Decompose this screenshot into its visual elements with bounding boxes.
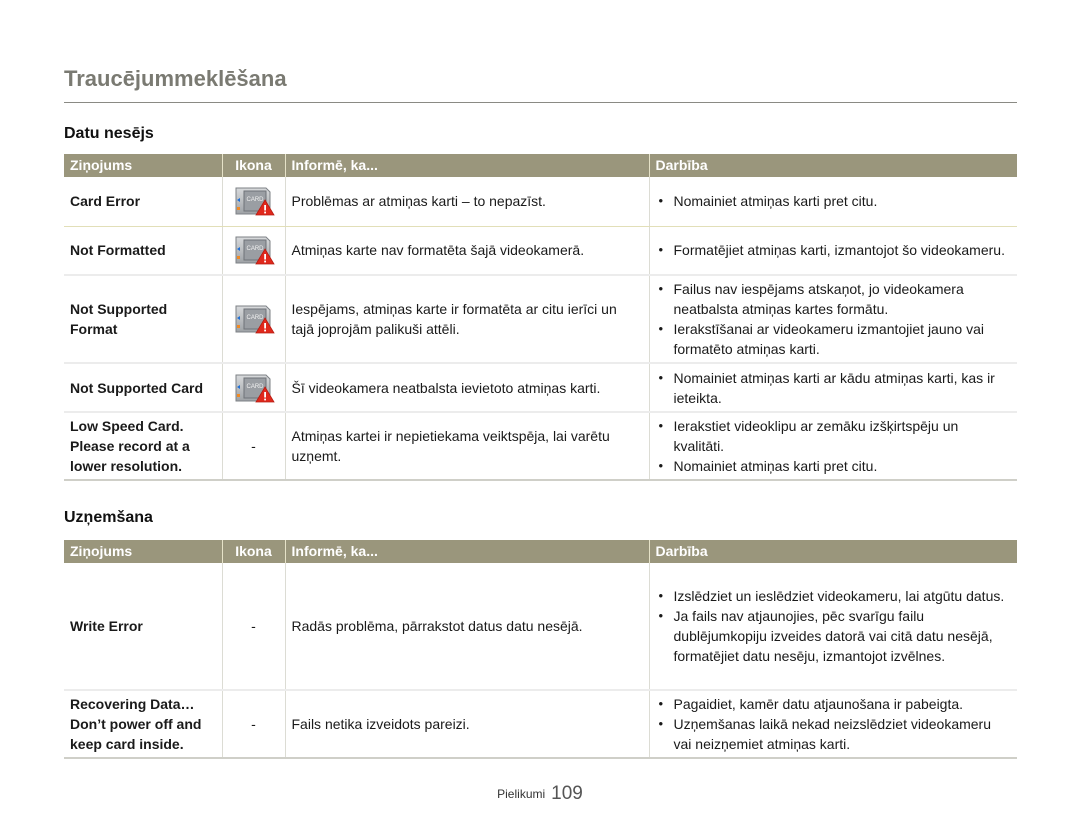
header-icon: Ikona (221, 540, 286, 563)
message-cell: Not Formatted (64, 226, 223, 276)
message-cell: Write Error (64, 563, 223, 691)
info-cell: Šī videokamera neatbalsta ievietoto atmi… (284, 363, 650, 413)
title-divider (64, 102, 1017, 103)
action-list: Nomainiet atmiņas karti ar kādu atmiņas … (656, 368, 1012, 408)
info-cell: Iespējams, atmiņas karte ir formatēta ar… (284, 275, 650, 364)
action-item: Failus nav iespējams atskaņot, jo videok… (656, 279, 1012, 319)
action-item: Nomainiet atmiņas karti pret citu. (656, 191, 1012, 211)
header-info: Informē, ka... (284, 540, 650, 563)
table-row: Not Supported Format CARD Iespējams, atm… (64, 275, 1017, 364)
icon-cell-empty: - (221, 690, 286, 759)
table-row: Not Formatted CARD Atmiņas karte nav for… (64, 226, 1017, 276)
action-item: Ierakstiet videoklipu ar zemāku izšķirts… (656, 416, 1012, 456)
svg-text:CARD: CARD (246, 315, 264, 321)
storage-troubleshooting-table: Ziņojums Ikona Informē, ka... Darbība Ca… (64, 154, 1017, 481)
table-row: Low Speed Card. Please record at a lower… (64, 412, 1017, 481)
header-message: Ziņojums (64, 540, 223, 563)
header-info: Informē, ka... (284, 154, 650, 177)
section-title-recording: Uzņemšana (64, 509, 153, 526)
header-icon: Ikona (221, 154, 286, 177)
header-action: Darbība (648, 154, 1017, 177)
table-row: Card Error CARD Problēmas ar atmiņas kar… (64, 177, 1017, 227)
table-header-row: Ziņojums Ikona Informē, ka... Darbība (64, 154, 1017, 177)
action-item: Uzņemšanas laikā nekad neizslēdziet vide… (656, 714, 1012, 754)
section-title-storage: Datu nesējs (64, 125, 154, 142)
action-item: Ja fails nav atjaunojies, pēc svarīgu fa… (656, 606, 1012, 666)
info-cell: Fails netika izveidots pareizi. (284, 690, 650, 759)
card-error-icon: CARD (232, 304, 276, 334)
page-title: Traucējummeklēšana (64, 66, 287, 91)
table-row: Recovering Data… Don’t power off and kee… (64, 690, 1017, 759)
info-cell: Problēmas ar atmiņas karti – to nepazīst… (284, 177, 650, 227)
action-item: Izslēdziet un ieslēdziet videokameru, la… (656, 586, 1012, 606)
card-error-icon: CARD (232, 235, 276, 265)
recording-troubleshooting-table: Ziņojums Ikona Informē, ka... Darbība Wr… (64, 540, 1017, 759)
page-footer: Pielikumi 109 (0, 783, 1080, 805)
table-row: Write Error - Radās problēma, pārrakstot… (64, 563, 1017, 691)
info-cell: Atmiņas kartei ir nepietiekama veiktspēj… (284, 412, 650, 481)
action-list: Pagaidiet, kamēr datu atjaunošana ir pab… (656, 694, 1012, 754)
table-header-row: Ziņojums Ikona Informē, ka... Darbība (64, 540, 1017, 563)
action-list: Nomainiet atmiņas karti pret citu. (656, 191, 1012, 211)
action-item: Ierakstīšanai ar videokameru izmantojiet… (656, 319, 1012, 359)
message-cell: Card Error (64, 177, 223, 227)
header-message: Ziņojums (64, 154, 223, 177)
card-error-icon: CARD (232, 186, 276, 216)
icon-cell-empty: - (221, 563, 286, 691)
header-action: Darbība (648, 540, 1017, 563)
svg-text:CARD: CARD (246, 197, 264, 203)
action-list: Ierakstiet videoklipu ar zemāku izšķirts… (656, 416, 1012, 476)
info-cell: Atmiņas karte nav formatēta šajā videoka… (284, 226, 650, 276)
action-list: Izslēdziet un ieslēdziet videokameru, la… (656, 586, 1012, 666)
action-item: Pagaidiet, kamēr datu atjaunošana ir pab… (656, 694, 1012, 714)
message-cell: Not Supported Card (64, 363, 223, 413)
info-cell: Radās problēma, pārrakstot datus datu ne… (284, 563, 650, 691)
action-item: Nomainiet atmiņas karti pret citu. (656, 456, 1012, 476)
action-list: Formatējiet atmiņas karti, izmantojot šo… (656, 240, 1012, 260)
action-item: Formatējiet atmiņas karti, izmantojot šo… (656, 240, 1012, 260)
icon-cell-empty: - (221, 412, 286, 481)
card-error-icon: CARD (232, 373, 276, 403)
action-item: Nomainiet atmiņas karti ar kādu atmiņas … (656, 368, 1012, 408)
action-list: Failus nav iespējams atskaņot, jo videok… (656, 279, 1012, 359)
message-cell: Recovering Data… Don’t power off and kee… (64, 690, 223, 759)
footer-section-label: Pielikumi (497, 787, 546, 801)
page-number: 109 (551, 783, 583, 804)
table-row: Not Supported Card CARD Šī videokamera n… (64, 363, 1017, 413)
message-cell: Low Speed Card. Please record at a lower… (64, 412, 223, 481)
svg-text:CARD: CARD (246, 246, 264, 252)
message-cell: Not Supported Format (64, 275, 223, 364)
svg-text:CARD: CARD (246, 384, 264, 390)
